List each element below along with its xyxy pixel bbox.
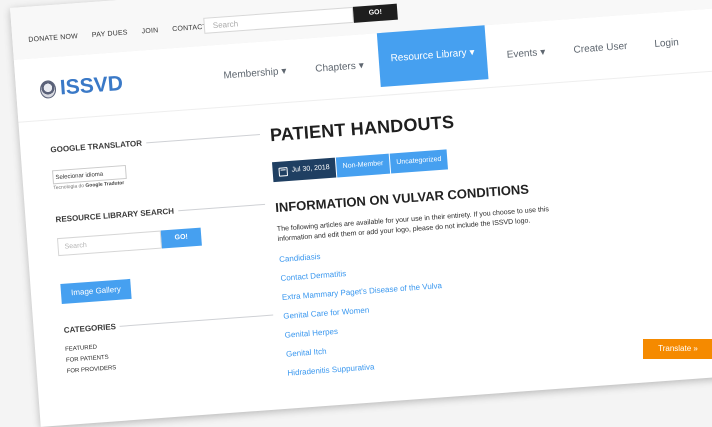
top-links: DONATE NOW PAY DUES JOIN CONTACT — [28, 24, 207, 44]
google-translator-title-text: GOOGLE TRANSLATOR — [50, 138, 143, 155]
resource-search-go-button[interactable]: GO! — [160, 227, 202, 249]
translate-button[interactable]: Translate » — [643, 339, 712, 359]
post-date: Jul 30, 2018 — [271, 157, 337, 183]
chevron-down-icon: ▾ — [469, 47, 476, 59]
donate-now-link[interactable]: DONATE NOW — [28, 33, 78, 44]
top-search-input[interactable]: Search — [203, 6, 355, 34]
categories-widget: CATEGORIES FEATURED FOR PATIENTS FOR PRO… — [63, 311, 276, 375]
nav-chapters-label: Chapters — [314, 60, 357, 75]
nav-events-label: Events — [506, 47, 538, 61]
logo-text: ISSVD — [59, 71, 124, 100]
resource-search-title-text: RESOURCE LIBRARY SEARCH — [55, 206, 175, 225]
contact-link[interactable]: CONTACT — [172, 24, 207, 34]
category-badge[interactable]: Uncategorized — [389, 149, 449, 174]
nav-login[interactable]: Login — [654, 37, 679, 50]
image-gallery-button[interactable]: Image Gallery — [60, 278, 132, 304]
post-date-text: Jul 30, 2018 — [291, 164, 330, 174]
chevron-down-icon: ▾ — [358, 60, 365, 72]
join-link[interactable]: JOIN — [141, 27, 158, 35]
google-translator-title: GOOGLE TRANSLATOR — [50, 130, 260, 155]
categories-title-text: CATEGORIES — [63, 322, 117, 335]
resource-search-input[interactable]: Search — [56, 230, 163, 257]
categories-list: FEATURED FOR PATIENTS FOR PROVIDERS — [65, 332, 276, 375]
tech-prefix: Tecnologia do — [53, 183, 85, 192]
browser-page: DONATE NOW PAY DUES JOIN CONTACT Search … — [10, 0, 712, 427]
nav-create-user[interactable]: Create User — [573, 41, 628, 56]
tradutor-word: Tradutor — [103, 180, 125, 188]
nav-chapters[interactable]: Chapters ▾ — [315, 60, 364, 75]
categories-title: CATEGORIES — [63, 311, 273, 335]
calendar-icon — [278, 166, 289, 177]
sidebar: GOOGLE TRANSLATOR Selecionar idioma Tecn… — [50, 130, 277, 380]
issvd-logo[interactable]: ISSVD — [39, 72, 124, 102]
pay-dues-link[interactable]: PAY DUES — [92, 29, 128, 39]
audience-badge[interactable]: Non-Member — [335, 153, 391, 178]
nav-resource-library[interactable]: Resource Library ▾ — [376, 25, 489, 88]
nav-events[interactable]: Events ▾ — [506, 47, 545, 61]
resource-search: Search GO! — [56, 223, 268, 257]
chevron-down-icon: ▾ — [539, 46, 546, 59]
seal-icon — [39, 79, 57, 99]
chevron-down-icon: ▾ — [281, 65, 287, 78]
nav-membership[interactable]: Membership ▾ — [223, 66, 287, 82]
resource-search-title: RESOURCE LIBRARY SEARCH — [55, 200, 265, 225]
top-search-go-button[interactable]: GO! — [352, 3, 398, 23]
google-word: Google — [85, 181, 103, 189]
nav-membership-label: Membership — [223, 66, 279, 82]
nav-resource-library-label: Resource Library — [390, 47, 468, 65]
